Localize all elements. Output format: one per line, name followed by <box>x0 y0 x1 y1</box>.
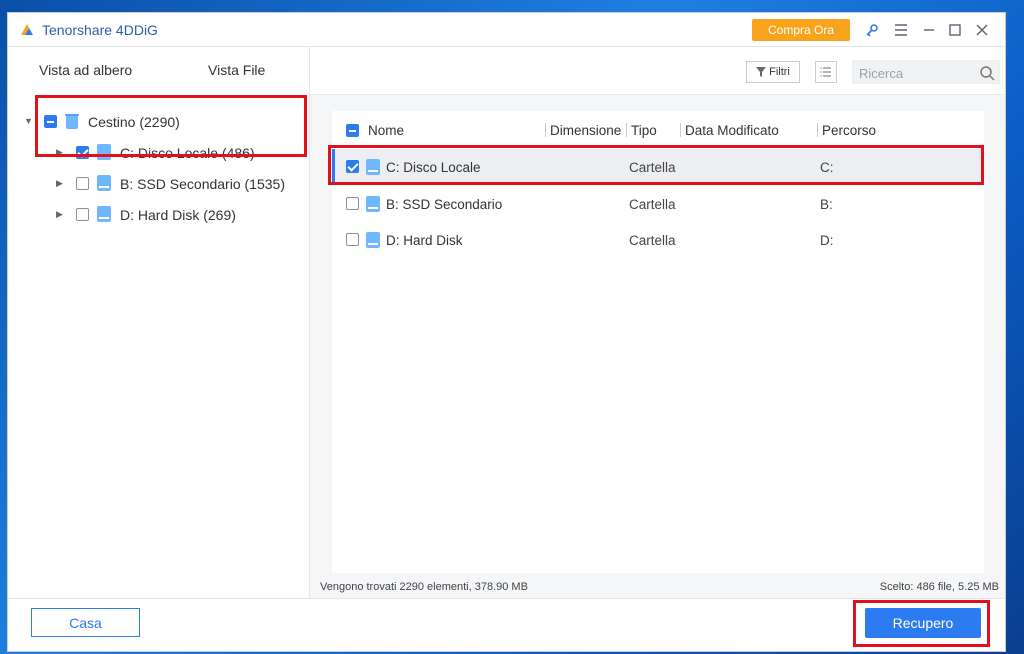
select-all-checkbox[interactable] <box>346 124 359 137</box>
recover-button[interactable]: Recupero <box>865 608 981 638</box>
collapse-arrow-icon[interactable]: ▼ <box>24 116 33 126</box>
maximize-icon[interactable] <box>946 21 964 39</box>
tree-item-label: Cestino (2290) <box>88 114 180 130</box>
file-toolbar: Filtri <box>310 47 1005 95</box>
tree-item-c-drive[interactable]: ▶ C: Disco Locale (486) <box>8 138 309 168</box>
row-path: B: <box>820 197 833 212</box>
expand-arrow-icon[interactable]: ▶ <box>56 147 63 158</box>
trash-bin-icon <box>65 114 79 129</box>
list-header: Nome Dimensione Tipo Data Modificato Per… <box>332 111 984 147</box>
tree-item-root[interactable]: ▼ Cestino (2290) <box>8 107 309 137</box>
tree-item-label: B: SSD Secondario (1535) <box>120 176 285 192</box>
row-type: Cartella <box>629 233 676 248</box>
minimize-icon[interactable] <box>920 21 938 39</box>
app-title: Tenorshare 4DDiG <box>42 22 158 38</box>
column-header-modified[interactable]: Data Modificato <box>685 123 779 138</box>
drive-icon <box>366 196 380 212</box>
close-icon[interactable] <box>973 21 991 39</box>
drive-icon <box>366 232 380 248</box>
view-tabs: Vista ad albero Vista File <box>8 47 309 89</box>
tree-item-label: C: Disco Locale (486) <box>120 145 255 161</box>
table-row[interactable]: B: SSD Secondario Cartella B: <box>332 186 984 222</box>
d-drive-checkbox[interactable] <box>76 208 89 221</box>
footer-bar: Casa Recupero <box>8 598 1005 651</box>
search-input[interactable] <box>859 63 969 83</box>
column-header-type[interactable]: Tipo <box>631 123 657 138</box>
column-header-name[interactable]: Nome <box>368 123 404 138</box>
list-view-icon[interactable] <box>815 61 837 83</box>
search-box <box>852 60 1000 84</box>
expand-arrow-icon[interactable]: ▶ <box>56 178 63 189</box>
app-window: Tenorshare 4DDiG Compra Ora Vista ad alb… <box>7 12 1006 652</box>
drive-icon <box>97 144 111 160</box>
row-name: D: Hard Disk <box>386 233 463 248</box>
key-icon[interactable] <box>863 21 881 39</box>
row-path: C: <box>820 160 834 175</box>
b-drive-checkbox[interactable] <box>76 177 89 190</box>
home-button[interactable]: Casa <box>31 608 140 637</box>
row-type: Cartella <box>629 160 676 175</box>
row-checkbox[interactable] <box>346 160 359 173</box>
root-checkbox[interactable] <box>44 115 57 128</box>
status-selected: Scelto: 486 file, 5.25 MB <box>879 581 999 593</box>
column-header-path[interactable]: Percorso <box>822 123 876 138</box>
file-panel: Filtri Nome Dimensione Tipo <box>310 47 1005 598</box>
tree-item-d-drive[interactable]: ▶ D: Hard Disk (269) <box>8 200 309 230</box>
drive-icon <box>97 206 111 222</box>
row-type: Cartella <box>629 197 676 212</box>
table-row[interactable]: D: Hard Disk Cartella D: <box>332 222 984 258</box>
c-drive-checkbox[interactable] <box>76 146 89 159</box>
tree-panel: Vista ad albero Vista File ▼ Cestino (22… <box>8 47 310 598</box>
expand-arrow-icon[interactable]: ▶ <box>56 209 63 220</box>
tab-file-view[interactable]: Vista File <box>208 62 265 78</box>
file-list: Nome Dimensione Tipo Data Modificato Per… <box>332 111 984 573</box>
tree-item-label: D: Hard Disk (269) <box>120 207 236 223</box>
row-checkbox[interactable] <box>346 233 359 246</box>
app-logo-icon <box>21 24 33 35</box>
title-bar: Tenorshare 4DDiG Compra Ora <box>8 13 1005 47</box>
status-bar: Vengono trovati 2290 elementi, 378.90 MB… <box>310 581 1005 598</box>
column-separator <box>680 123 681 137</box>
filter-button[interactable]: Filtri <box>746 61 800 83</box>
drive-icon <box>97 175 111 191</box>
row-checkbox[interactable] <box>346 197 359 210</box>
filter-icon <box>756 67 767 77</box>
search-icon[interactable] <box>979 65 995 81</box>
row-name: B: SSD Secondario <box>386 197 503 212</box>
column-separator <box>626 123 627 137</box>
row-name: C: Disco Locale <box>386 160 481 175</box>
row-path: D: <box>820 233 834 248</box>
filter-label: Filtri <box>769 66 790 78</box>
drive-icon <box>366 159 380 175</box>
tree-item-b-drive[interactable]: ▶ B: SSD Secondario (1535) <box>8 169 309 199</box>
tab-tree-view[interactable]: Vista ad albero <box>39 62 132 78</box>
column-separator <box>817 123 818 137</box>
column-header-size[interactable]: Dimensione <box>550 123 621 138</box>
menu-icon[interactable] <box>892 21 910 39</box>
table-row[interactable]: C: Disco Locale Cartella C: <box>332 149 984 185</box>
column-separator <box>545 123 546 137</box>
status-found: Vengono trovati 2290 elementi, 378.90 MB <box>320 581 528 593</box>
buy-now-button[interactable]: Compra Ora <box>752 19 850 41</box>
